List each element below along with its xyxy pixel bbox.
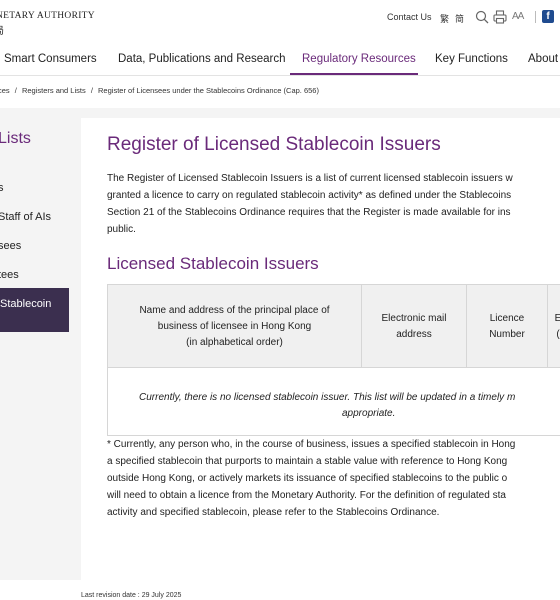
nav-regulatory-resources[interactable]: Regulatory Resources bbox=[302, 53, 416, 65]
header-line: address bbox=[396, 328, 432, 340]
nav-about[interactable]: About bbox=[528, 53, 558, 65]
intro-line: The Register of Licensed Stablecoin Issu… bbox=[107, 173, 513, 184]
empty-table-message-continued: appropriate. bbox=[342, 408, 396, 419]
toolbar-divider bbox=[535, 11, 536, 23]
page-title: Register of Licensed Stablecoin Issuers bbox=[107, 134, 441, 155]
column-header-licence-number: Licence Number bbox=[467, 285, 548, 368]
intro-paragraph: The Register of Licensed Stablecoin Issu… bbox=[107, 170, 560, 238]
sidebar-item-stablecoin-label: Stablecoin bbox=[0, 298, 52, 310]
breadcrumb-current-page: Register of Licensees under the Stableco… bbox=[98, 86, 319, 95]
breadcrumb-resources[interactable]: ces bbox=[0, 86, 10, 95]
top-bar: NETARY AUTHORITY 局 Contact Us 繁 简 AA f bbox=[0, 0, 560, 40]
footnote-line: outside Hong Kong, or actively markets i… bbox=[107, 473, 508, 484]
footnote-line: * Currently, any person who, in the cour… bbox=[107, 439, 516, 450]
breadcrumb: ces / Registers and Lists / Register of … bbox=[0, 86, 319, 95]
nav-data-publications-research[interactable]: Data, Publications and Research bbox=[118, 53, 286, 65]
sidebar-item-authorized-institutions[interactable]: s bbox=[0, 182, 4, 194]
footnote-line: will need to obtain a licence from the M… bbox=[107, 490, 506, 501]
intro-line: granted a licence to carry on regulated … bbox=[107, 190, 512, 201]
main-navigation: Smart Consumers Data, Publications and R… bbox=[0, 40, 560, 76]
column-header-name-address: Name and address of the principal place … bbox=[108, 285, 362, 368]
empty-table-message: Currently, there is no licensed stableco… bbox=[139, 392, 516, 403]
contact-us-link[interactable]: Contact Us bbox=[387, 12, 432, 22]
sidebar-title: Lists bbox=[0, 130, 31, 147]
intro-line: Section 21 of the Stablecoins Ordinance … bbox=[107, 207, 511, 218]
active-nav-indicator bbox=[290, 73, 418, 75]
sidebar-item-staff-of-ais[interactable]: Staff of AIs bbox=[0, 211, 51, 223]
licensees-table: Name and address of the principal place … bbox=[107, 284, 560, 436]
footnote-line: activity and specified stablecoin, pleas… bbox=[107, 507, 440, 518]
lang-traditional-link[interactable]: 繁 bbox=[440, 12, 449, 25]
last-revision-date: Last revision date : 29 July 2025 bbox=[81, 592, 182, 599]
footnote-line: a specified stablecoin that purports to … bbox=[107, 456, 508, 467]
header-line: E bbox=[554, 312, 560, 324]
header-line: ( bbox=[556, 328, 560, 340]
sidebar-item-trustees[interactable]: tees bbox=[0, 269, 19, 281]
header-line: Electronic mail bbox=[381, 312, 447, 324]
column-header-extra: E ( bbox=[548, 285, 560, 368]
intro-line: public. bbox=[107, 224, 136, 235]
facebook-icon[interactable]: f bbox=[542, 10, 554, 23]
header-line: Licence bbox=[489, 312, 525, 324]
header-line: Number bbox=[489, 328, 525, 340]
lang-simplified-link[interactable]: 简 bbox=[455, 12, 464, 25]
logo-text-english[interactable]: NETARY AUTHORITY bbox=[0, 11, 95, 21]
section-title: Licensed Stablecoin Issuers bbox=[107, 254, 319, 273]
search-icon[interactable] bbox=[475, 10, 489, 24]
breadcrumb-registers-lists[interactable]: Registers and Lists bbox=[22, 86, 86, 95]
logo-text-chinese[interactable]: 局 bbox=[0, 22, 4, 37]
header-line: business of licensee in Hong Kong bbox=[157, 320, 312, 332]
sidebar-item-licensees[interactable]: sees bbox=[0, 240, 21, 252]
font-size-icon[interactable]: AA bbox=[512, 11, 524, 25]
nav-key-functions[interactable]: Key Functions bbox=[435, 53, 508, 65]
header-line: Name and address of the principal place … bbox=[139, 304, 330, 316]
footnote-paragraph: * Currently, any person who, in the cour… bbox=[107, 436, 560, 521]
breadcrumb-separator: / bbox=[90, 86, 93, 95]
nav-smart-consumers[interactable]: Smart Consumers bbox=[4, 53, 97, 65]
table-header-row: Name and address of the principal place … bbox=[108, 285, 560, 368]
header-line: (in alphabetical order) bbox=[186, 336, 283, 348]
column-header-email: Electronic mail address bbox=[362, 285, 467, 368]
sidebar-item-stablecoin[interactable]: Stablecoin bbox=[0, 288, 69, 332]
print-icon[interactable] bbox=[493, 10, 507, 24]
breadcrumb-separator: / bbox=[14, 86, 17, 95]
